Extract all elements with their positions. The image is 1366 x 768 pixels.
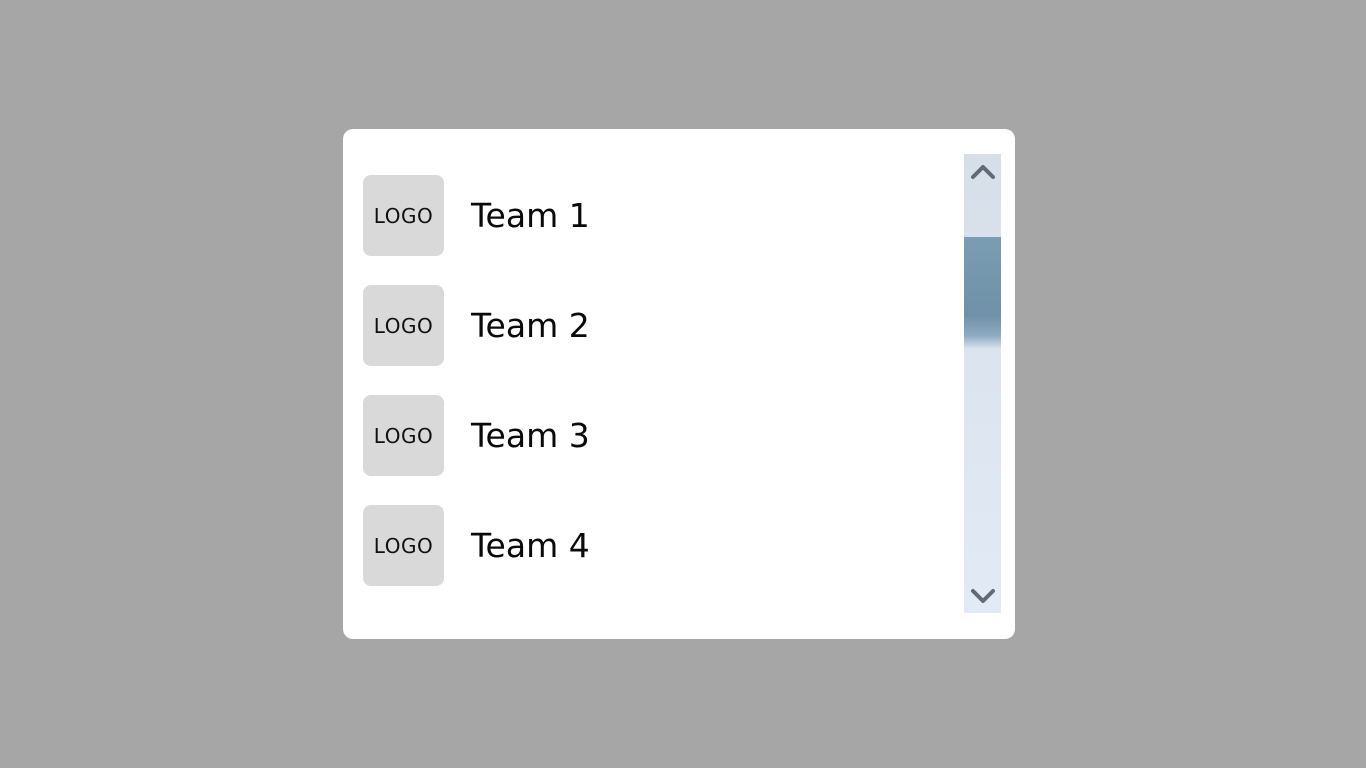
scroll-up-button[interactable] — [964, 154, 1001, 188]
chevron-down-icon — [970, 589, 995, 603]
team-list-item-4[interactable]: LOGO Team 4 — [363, 505, 943, 586]
team-name: Team 3 — [471, 416, 590, 455]
team-list: LOGO Team 1 LOGO Team 2 LOGO Team 3 LOGO… — [363, 175, 943, 615]
scroll-down-button[interactable] — [964, 579, 1001, 613]
vertical-scrollbar[interactable] — [964, 154, 1001, 613]
team-list-item-2[interactable]: LOGO Team 2 — [363, 285, 943, 366]
team-logo-placeholder: LOGO — [363, 505, 444, 586]
scroll-thumb[interactable] — [964, 237, 1001, 349]
team-list-item-1[interactable]: LOGO Team 1 — [363, 175, 943, 256]
team-list-panel: LOGO Team 1 LOGO Team 2 LOGO Team 3 LOGO… — [343, 129, 1015, 639]
team-list-item-3[interactable]: LOGO Team 3 — [363, 395, 943, 476]
team-logo-placeholder: LOGO — [363, 285, 444, 366]
chevron-up-icon — [970, 165, 995, 179]
team-name: Team 1 — [471, 196, 590, 235]
team-logo-placeholder: LOGO — [363, 395, 444, 476]
team-name: Team 2 — [471, 306, 590, 345]
team-logo-placeholder: LOGO — [363, 175, 444, 256]
team-name: Team 4 — [471, 526, 590, 565]
